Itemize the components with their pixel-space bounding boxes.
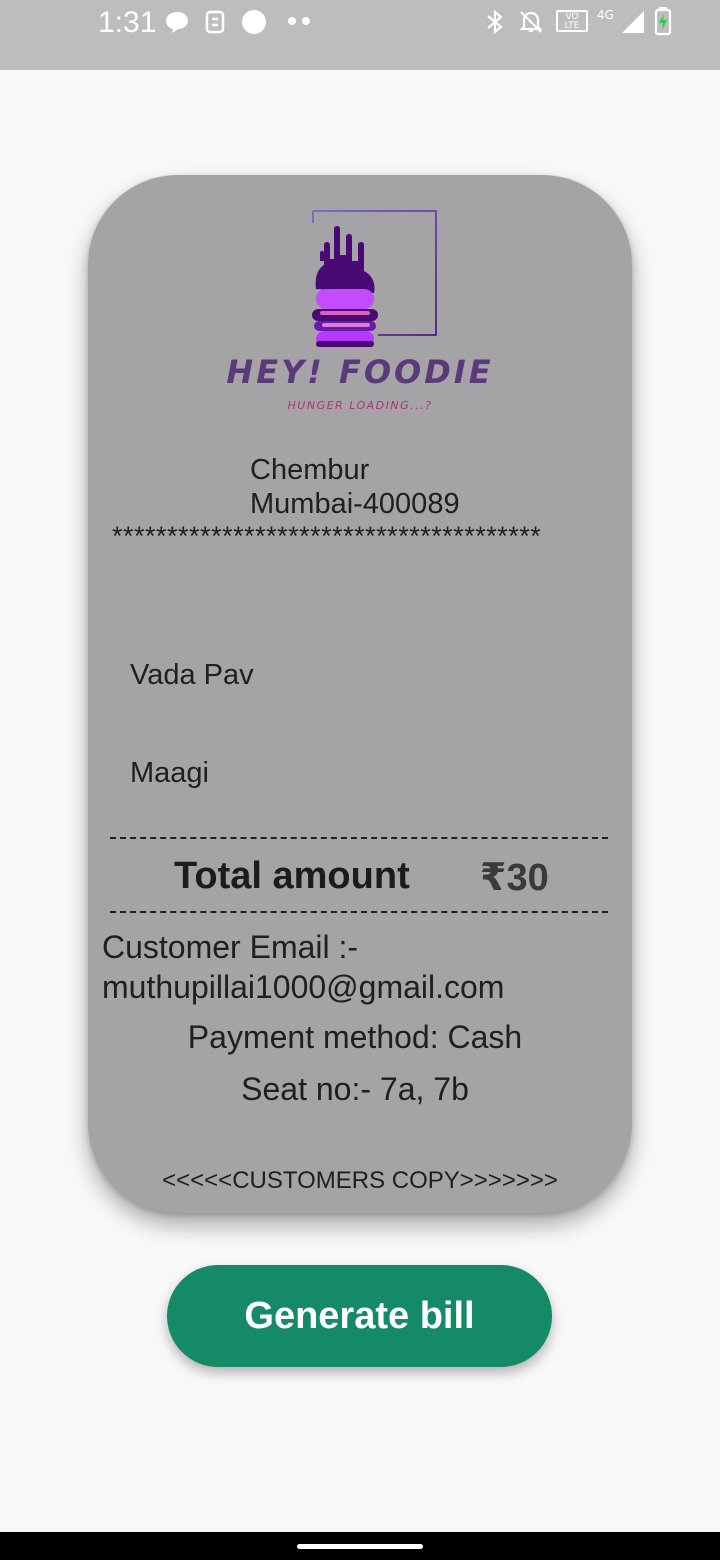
network-type-label: 4G: [597, 8, 614, 22]
battery-charging-icon: [654, 7, 672, 36]
dashed-divider-bottom: [110, 911, 608, 913]
home-indicator[interactable]: [297, 1544, 423, 1549]
list-item: Vada Pav: [130, 659, 254, 691]
volte-label: VO LTE: [564, 12, 580, 31]
sim-icon: [205, 10, 225, 34]
navigation-bar: [0, 1532, 720, 1560]
notifications-off-icon: [519, 11, 543, 33]
signal-4g-icon: [622, 11, 644, 33]
address-line-2: Mumbai-400089: [250, 488, 460, 520]
total-amount-label: Total amount: [174, 855, 410, 897]
address: Chembur Mumbai-400089: [250, 453, 460, 521]
payment-method: Payment method: Cash: [187, 1019, 523, 1055]
dashed-divider-top: [110, 837, 608, 839]
generate-bill-button[interactable]: Generate bill: [167, 1265, 552, 1367]
list-item: Maagi: [130, 757, 209, 789]
status-bar: 1:31 VO LTE 4G: [0, 0, 720, 70]
logo-tagline: HUNGER LOADING...?: [287, 399, 433, 412]
seat-number: Seat no:- 7a, 7b: [241, 1071, 469, 1107]
more-dots-icon: [288, 17, 310, 25]
logo-brand-text: HEY! FOODIE: [226, 353, 494, 391]
customers-copy-label: <<<<<CUSTOMERS COPY>>>>>>>: [162, 1167, 558, 1194]
bluetooth-icon: [487, 9, 503, 35]
customer-email-label: Customer Email :-: [102, 929, 359, 965]
address-line-1: Chembur: [250, 454, 370, 486]
receipt-card: HEY! FOODIE HUNGER LOADING...? Chembur M…: [88, 175, 632, 1213]
record-dot-icon: [242, 10, 266, 34]
chat-bubble-icon: [166, 12, 188, 33]
status-time: 1:31: [98, 6, 157, 39]
customer-email-value: muthupillai1000@gmail.com: [102, 969, 505, 1005]
star-separator: ***************************************: [112, 521, 542, 551]
volte-icon: VO LTE: [556, 10, 588, 32]
total-amount-value: ₹30: [480, 857, 549, 899]
